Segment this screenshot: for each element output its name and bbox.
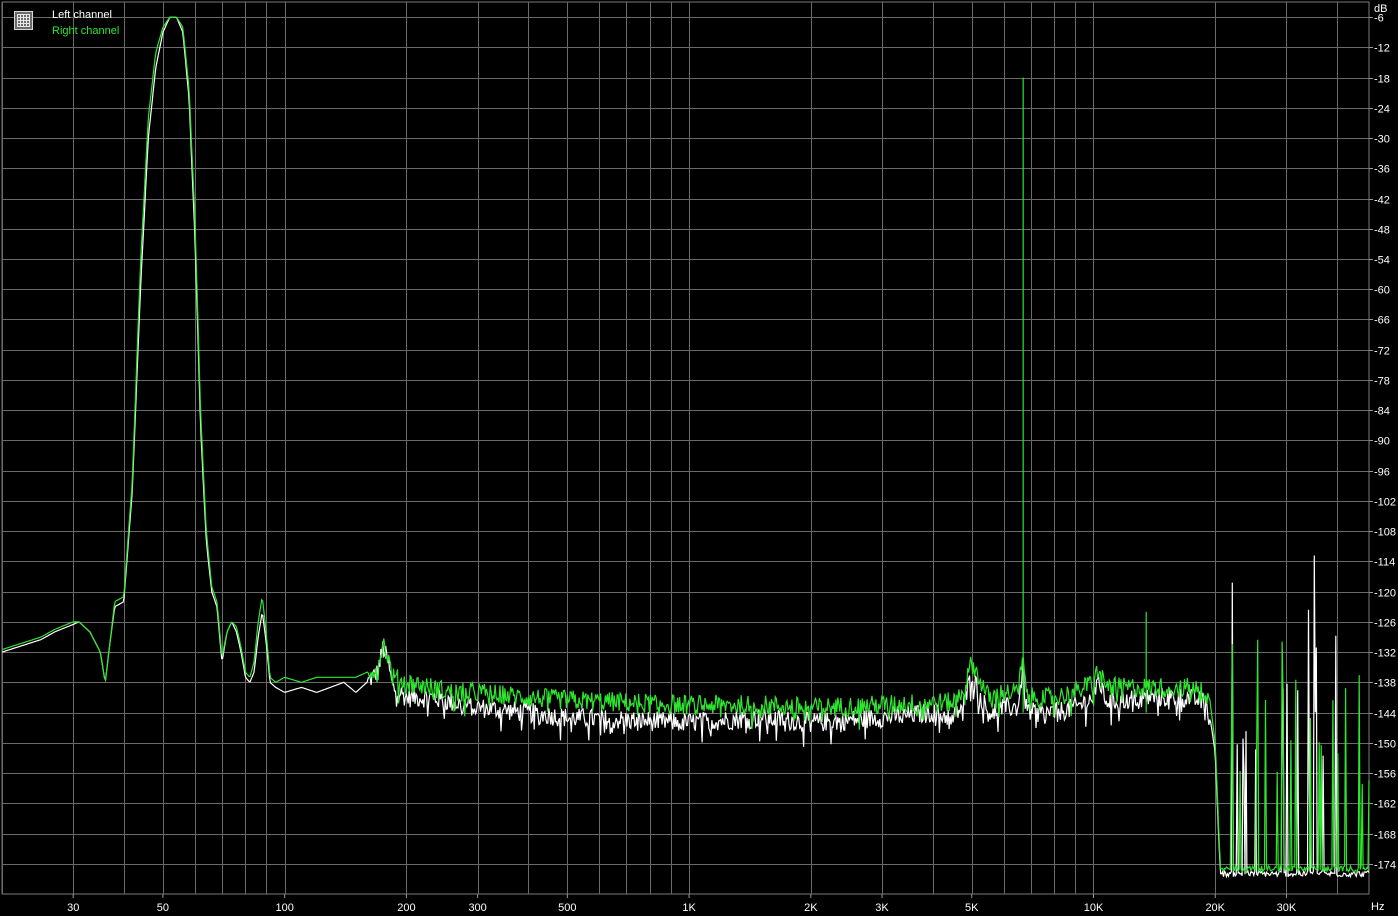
y-tick-label: -132 xyxy=(1374,648,1396,660)
x-tick-label: 2K xyxy=(804,902,818,914)
x-tick-label: 3K xyxy=(875,902,889,914)
spectrum-chart: -6-12-18-24-30-36-42-48-54-60-66-72-78-8… xyxy=(1,1,1396,914)
x-tick-label: 30K xyxy=(1277,902,1297,914)
y-tick-label: -174 xyxy=(1374,860,1396,872)
x-axis-unit: Hz xyxy=(1371,901,1384,913)
y-tick-label: -168 xyxy=(1374,830,1396,842)
legend-left-channel: Left channel xyxy=(52,9,112,21)
grid-icon[interactable] xyxy=(14,11,33,30)
y-tick-label: -72 xyxy=(1374,346,1390,358)
x-tick-label: 50 xyxy=(157,902,169,914)
y-tick-label: -36 xyxy=(1374,164,1390,176)
y-axis-unit: dB xyxy=(1374,3,1387,15)
y-tick-label: -96 xyxy=(1374,467,1390,479)
x-tick-label: 10K xyxy=(1084,902,1104,914)
x-tick-label: 5K xyxy=(965,902,979,914)
x-tick-label: 100 xyxy=(275,902,293,914)
y-tick-label: -24 xyxy=(1374,104,1390,116)
y-tick-label: -18 xyxy=(1374,74,1390,86)
y-tick-label: -42 xyxy=(1374,195,1390,207)
y-tick-label: -126 xyxy=(1374,618,1396,630)
x-tick-label: 30 xyxy=(67,902,79,914)
x-tick-label: 500 xyxy=(558,902,576,914)
x-axis-labels: 30 50 100 200 300 500 1K 2K 3K 5K 10K 20K 30K xyxy=(67,902,1297,914)
y-tick-label: -120 xyxy=(1374,588,1396,600)
y-axis-labels: -6-12-18-24-30-36-42-48-54-60-66-72-78-8… xyxy=(1374,13,1396,872)
y-tick-label: -54 xyxy=(1374,255,1390,267)
x-tick-label: 300 xyxy=(468,902,486,914)
y-tick-label: -78 xyxy=(1374,376,1390,388)
y-tick-label: -138 xyxy=(1374,678,1396,690)
chart-series xyxy=(1,16,1370,879)
y-tick-label: -84 xyxy=(1374,406,1390,418)
y-tick-label: -162 xyxy=(1374,799,1396,811)
y-tick-label: -12 xyxy=(1374,43,1390,55)
plot-frame xyxy=(1,1,1370,895)
y-tick-label: -156 xyxy=(1374,769,1396,781)
y-tick-label: -108 xyxy=(1374,527,1396,539)
y-tick-label: -150 xyxy=(1374,739,1396,751)
y-tick-label: -144 xyxy=(1374,709,1396,721)
x-tick-label: 20K xyxy=(1205,902,1225,914)
y-tick-label: -90 xyxy=(1374,436,1390,448)
y-tick-label: -102 xyxy=(1374,497,1396,509)
series-line-left-channel xyxy=(1,16,1370,879)
y-tick-label: -30 xyxy=(1374,134,1390,146)
y-tick-label: -48 xyxy=(1374,225,1390,237)
x-tick-label: 1K xyxy=(682,902,696,914)
y-tick-label: -114 xyxy=(1374,557,1395,569)
y-tick-label: -60 xyxy=(1374,285,1390,297)
chart-grid xyxy=(1,1,1373,898)
y-tick-label: -66 xyxy=(1374,315,1390,327)
x-tick-label: 200 xyxy=(397,902,415,914)
legend-right-channel: Right channel xyxy=(52,25,120,37)
